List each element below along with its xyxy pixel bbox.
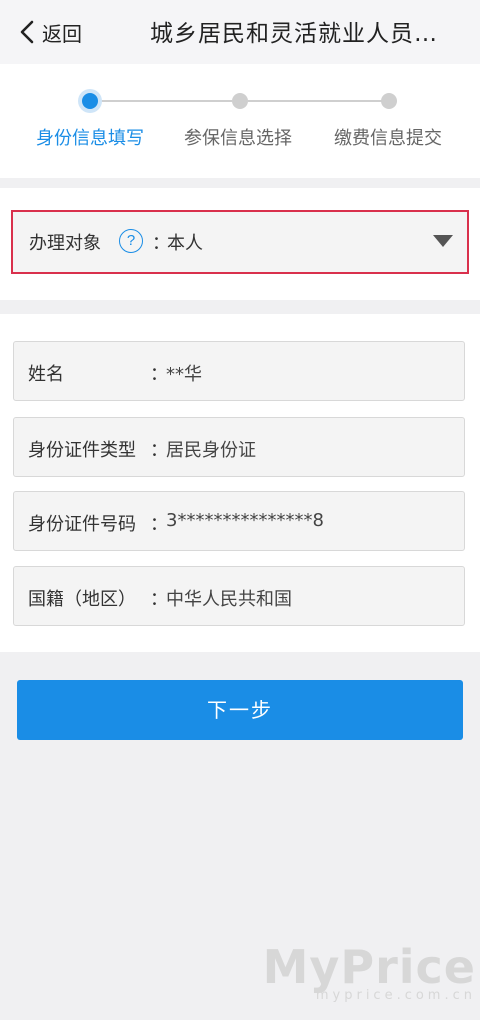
- nationality-field: 国籍（地区） ： 中华人民共和国: [13, 566, 465, 626]
- step-dot-insurance: [232, 93, 248, 109]
- step-label-identity: 身份信息填写: [36, 128, 144, 149]
- step-connector: [98, 100, 232, 102]
- field-value: 中华人民共和国: [166, 589, 292, 610]
- step-connector: [248, 100, 382, 102]
- applicant-label: 办理对象: [29, 233, 101, 254]
- field-label: 姓名: [28, 364, 64, 385]
- applicant-section: 办理对象 ? ： 本人: [0, 188, 480, 300]
- field-label: 身份证件号码: [28, 514, 136, 535]
- back-button[interactable]: 返回: [18, 16, 82, 48]
- field-value: **华: [166, 364, 202, 385]
- field-value: 3***************8: [166, 510, 324, 531]
- identity-section: 姓名 ： **华 身份证件类型 ： 居民身份证 身份证件号码 ： 3******…: [0, 314, 480, 652]
- field-value: 居民身份证: [166, 440, 256, 461]
- watermark-domain: myprice.com.cn: [315, 988, 476, 1003]
- top-nav-bar: 返回 城乡居民和灵活就业人员…: [0, 0, 480, 64]
- watermark-brand: MyPrice: [262, 940, 476, 994]
- step-dot-identity: [82, 93, 98, 109]
- back-label: 返回: [42, 21, 82, 46]
- help-icon[interactable]: ?: [119, 229, 143, 253]
- step-dot-payment: [381, 93, 397, 109]
- step-label-payment: 缴费信息提交: [334, 128, 442, 149]
- chevron-left-icon: [20, 20, 34, 44]
- next-step-button[interactable]: 下一步: [17, 680, 463, 740]
- id-type-field: 身份证件类型 ： 居民身份证: [13, 417, 465, 477]
- step-label-insurance: 参保信息选择: [184, 128, 292, 149]
- name-field: 姓名 ： **华: [13, 341, 465, 401]
- dropdown-arrow-icon: [433, 235, 453, 247]
- applicant-value: 本人: [167, 233, 203, 254]
- id-number-field: 身份证件号码 ： 3***************8: [13, 491, 465, 551]
- progress-stepper: 身份信息填写 参保信息选择 缴费信息提交: [0, 64, 480, 178]
- field-label: 身份证件类型: [28, 440, 136, 461]
- field-label: 国籍（地区）: [28, 589, 136, 610]
- page-title: 城乡居民和灵活就业人员…: [150, 21, 438, 47]
- applicant-select[interactable]: 办理对象 ? ： 本人: [11, 210, 469, 274]
- watermark: MyPrice myprice.com.cn: [263, 940, 476, 1003]
